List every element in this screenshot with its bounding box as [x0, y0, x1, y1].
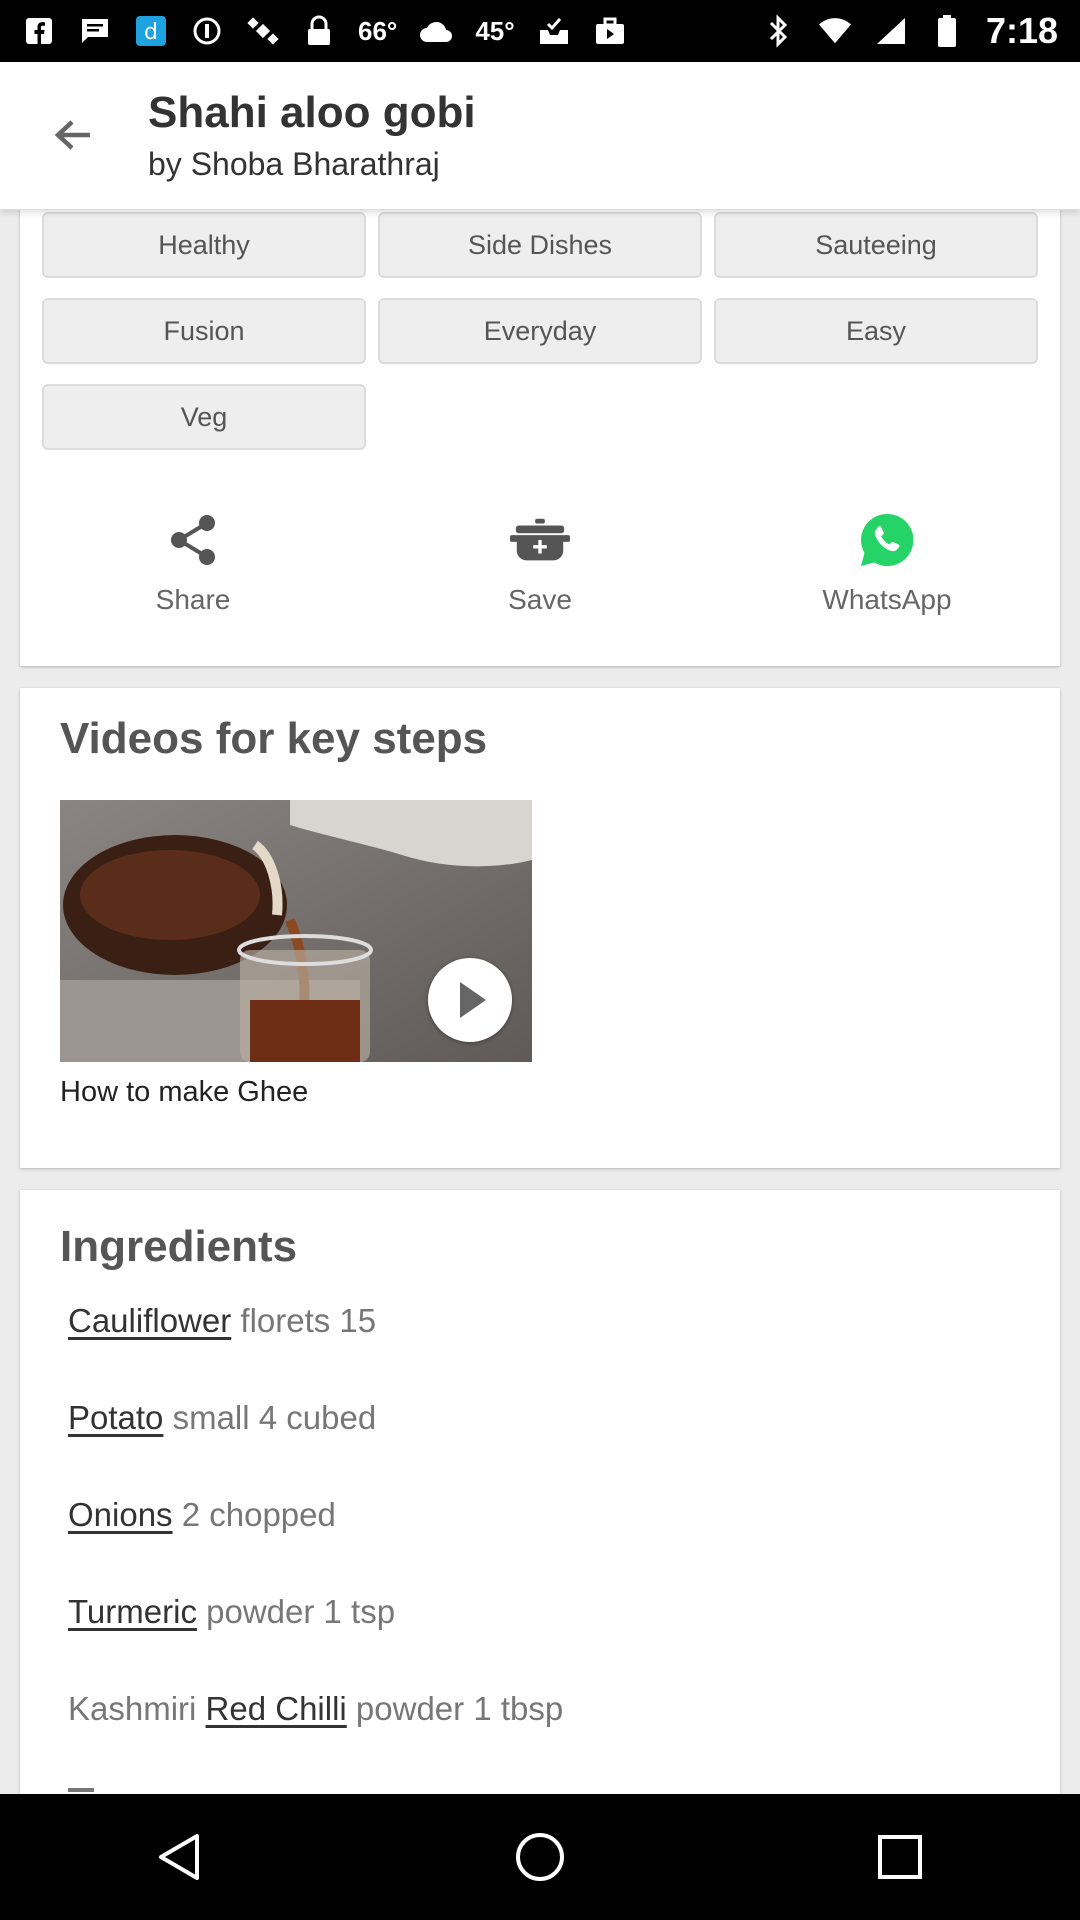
nav-home-icon [516, 1833, 564, 1881]
briefcase-icon [593, 14, 627, 48]
ingredient-detail: 2 chopped [172, 1496, 336, 1533]
ingredient-prefix: Kashmiri [68, 1690, 206, 1727]
nav-home-button[interactable] [490, 1807, 590, 1907]
ingredient-detail: powder 1 tbsp [346, 1690, 564, 1727]
play-button[interactable] [428, 958, 512, 1042]
nav-back-icon [159, 1834, 199, 1880]
tag-side-dishes[interactable]: Side Dishes [378, 212, 702, 278]
dailyhunt-icon: d [134, 14, 168, 48]
ingredient-link[interactable]: Turmeric [68, 1593, 197, 1630]
videos-section-title: Videos for key steps [60, 714, 488, 763]
save-button[interactable]: Save [410, 510, 670, 640]
lock-icon [302, 14, 336, 48]
whatsapp-label: WhatsApp [822, 584, 952, 615]
ingredient-item: Kashmiri Red Chilli powder 1 tbsp [68, 1690, 563, 1728]
signal-icon [874, 14, 908, 48]
share-button[interactable]: Share [63, 510, 323, 640]
ingredient-link[interactable]: Onions [68, 1496, 173, 1533]
temperature-label-2: 45° [475, 15, 515, 46]
recipe-info-card: Healthy Side Dishes Sauteeing Fusion Eve… [20, 180, 1060, 666]
ingredient-item: Onions 2 chopped [68, 1496, 336, 1534]
battery-icon [930, 14, 964, 48]
tag-healthy[interactable]: Healthy [42, 212, 366, 278]
page-subtitle: by Shoba Bharathraj [148, 146, 440, 182]
weather-icon [419, 14, 453, 48]
partial-ingredient-link [68, 1788, 94, 1792]
back-button[interactable] [42, 104, 104, 166]
svg-text:d: d [144, 20, 158, 45]
system-nav-bar [0, 1794, 1080, 1920]
tag-sauteeing[interactable]: Sauteeing [714, 212, 1038, 278]
whatsapp-button[interactable]: WhatsApp [757, 510, 1017, 640]
nav-recents-icon [878, 1835, 922, 1879]
facebook-icon [22, 14, 56, 48]
ingredient-item: Potato small 4 cubed [68, 1399, 376, 1437]
share-icon [163, 510, 223, 570]
message-icon [78, 14, 112, 48]
tag-everyday[interactable]: Everyday [378, 298, 702, 364]
ingredient-detail: powder 1 tsp [196, 1593, 396, 1630]
bluetooth-icon [762, 14, 796, 48]
app-bar: Shahi aloo gobi by Shoba Bharathraj [0, 62, 1080, 210]
ingredients-section-title: Ingredients [60, 1222, 298, 1271]
page-title: Shahi aloo gobi [148, 88, 476, 137]
play-icon [460, 982, 486, 1018]
ingredient-link[interactable]: Cauliflower [68, 1302, 231, 1339]
videos-card: Videos for key steps How to make Ghee [20, 688, 1060, 1168]
ingredient-detail: small 4 cubed [163, 1399, 377, 1436]
nav-back-button[interactable] [130, 1807, 230, 1907]
share-label: Share [155, 584, 231, 615]
arrow-back-icon [54, 120, 90, 150]
tag-fusion[interactable]: Fusion [42, 298, 366, 364]
ingredient-detail: florets 15 [231, 1302, 377, 1339]
video-caption[interactable]: How to make Ghee [60, 1076, 308, 1109]
nav-recents-button[interactable] [850, 1807, 950, 1907]
save-label: Save [508, 584, 572, 615]
ingredient-link[interactable]: Red Chilli [206, 1690, 347, 1727]
tag-veg[interactable]: Veg [42, 384, 366, 450]
wifi-icon [818, 14, 852, 48]
ingredient-link[interactable]: Potato [68, 1399, 163, 1436]
tag-easy[interactable]: Easy [714, 298, 1038, 364]
whatsapp-icon [857, 510, 917, 570]
temperature-label: 66° [358, 15, 398, 46]
inbox-check-icon [537, 14, 571, 48]
cooking-pot-icon [510, 510, 570, 570]
ingredient-item: Cauliflower florets 15 [68, 1302, 376, 1340]
status-bar: d 66° 45° 7:18 [0, 0, 1080, 62]
ingredient-item: Turmeric powder 1 tsp [68, 1593, 395, 1631]
circle-status-icon [190, 14, 224, 48]
clock: 7:18 [985, 10, 1058, 51]
satellite-icon [246, 14, 280, 48]
